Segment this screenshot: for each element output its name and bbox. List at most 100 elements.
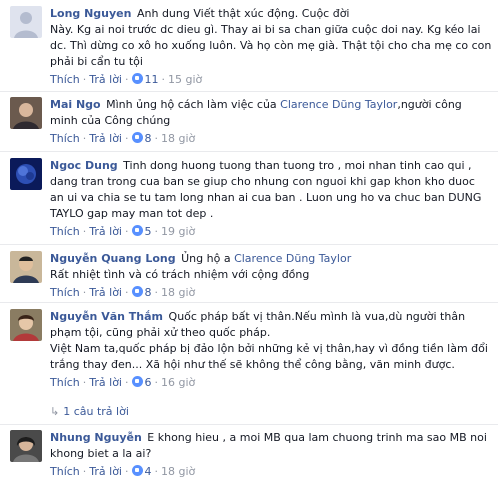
comment-text-line: Này. Kg ai noi trước dc dieu gì. Thay ai… bbox=[50, 23, 481, 36]
like-count-value: 6 bbox=[144, 376, 152, 389]
comment-body: Nguyễn Văn Thắm Quốc pháp bất vị thân.Nế… bbox=[50, 309, 492, 391]
separator: · bbox=[125, 73, 129, 86]
comment-actions: Thích · Trả lời · 8 · 18 giờ bbox=[50, 285, 492, 301]
like-thumb-icon bbox=[131, 465, 143, 476]
comment-text-line: phải bi cẩn tu tội bbox=[50, 55, 143, 68]
timestamp[interactable]: 16 giờ bbox=[161, 376, 195, 389]
avatar[interactable] bbox=[10, 97, 42, 129]
avatar[interactable] bbox=[10, 251, 42, 283]
comment-body: Nguyễn Quang Long Ủng hộ a Clarence Dũng… bbox=[50, 251, 492, 301]
like-thumb-icon bbox=[131, 376, 143, 387]
like-thumb-icon bbox=[131, 73, 143, 84]
like-count[interactable]: 8 bbox=[131, 132, 152, 145]
reply-button[interactable]: Trả lời bbox=[89, 132, 122, 145]
comment-body: Mai Ngo Mình ủng hộ cách làm việc của Cl… bbox=[50, 97, 492, 147]
separator: · bbox=[125, 376, 129, 389]
comment-text-line: Anh dung Viết thật xúc động. Cuộc đời bbox=[136, 7, 350, 20]
like-button[interactable]: Thích bbox=[50, 73, 80, 86]
replies-count-label: 1 câu trả lời bbox=[63, 405, 129, 418]
separator: · bbox=[82, 225, 87, 238]
comment-feed: Long Nguyen Anh dung Viết thật xúc động.… bbox=[0, 0, 498, 485]
like-count[interactable]: 11 bbox=[131, 73, 159, 86]
like-count[interactable]: 6 bbox=[131, 376, 152, 389]
divider bbox=[0, 424, 498, 425]
comment-item: Nguyễn Quang Long Ủng hộ a Clarence Dũng… bbox=[0, 251, 498, 301]
comment-author[interactable]: Ngoc Dung bbox=[50, 159, 118, 172]
comment-text: Ủng hộ a bbox=[181, 252, 235, 265]
like-button[interactable]: Thích bbox=[50, 132, 80, 145]
separator: · bbox=[154, 225, 159, 238]
timestamp[interactable]: 18 giờ bbox=[161, 132, 195, 145]
comment-text-line: Rất nhiệt tình và có trách nhiệm với cộn… bbox=[50, 268, 310, 281]
comment-body: Ngoc Dung Tinh dong huong tuong than tuo… bbox=[50, 158, 492, 240]
mention-link[interactable]: Clarence Dũng Taylor bbox=[234, 252, 351, 265]
avatar-image bbox=[10, 309, 42, 341]
separator: · bbox=[154, 465, 159, 478]
like-count-value: 4 bbox=[144, 465, 152, 478]
reply-button[interactable]: Trả lời bbox=[89, 286, 122, 299]
separator: · bbox=[82, 73, 87, 86]
comment-item: Nhung Nguyễn E khong hieu , a moi MB qua… bbox=[0, 430, 498, 485]
view-replies-link[interactable]: ↳ 1 câu trả lời bbox=[50, 405, 129, 418]
separator: · bbox=[161, 73, 166, 86]
comment-actions: Thích · Trả lời · 6 · 16 giờ bbox=[50, 375, 492, 391]
separator: · bbox=[125, 465, 129, 478]
comment-text-line: Việt Nam ta,quốc pháp bị đảo lộn bởi nhữ… bbox=[50, 342, 488, 371]
timestamp[interactable]: 19 giờ bbox=[161, 225, 195, 238]
avatar-image bbox=[10, 251, 42, 283]
comment-item: Mai Ngo Mình ủng hộ cách làm việc của Cl… bbox=[0, 97, 498, 152]
avatar[interactable] bbox=[10, 430, 42, 462]
divider bbox=[0, 151, 498, 152]
like-count-value: 5 bbox=[144, 225, 152, 238]
like-count[interactable]: 5 bbox=[131, 225, 152, 238]
timestamp[interactable]: 18 giờ bbox=[161, 286, 195, 299]
divider bbox=[0, 244, 498, 245]
like-button[interactable]: Thích bbox=[50, 225, 80, 238]
comment-author[interactable]: Nguyễn Quang Long bbox=[50, 252, 176, 265]
comment-body: Nhung Nguyễn E khong hieu , a moi MB qua… bbox=[50, 430, 492, 480]
separator: · bbox=[125, 286, 129, 299]
timestamp[interactable]: 18 giờ bbox=[161, 465, 195, 478]
avatar-image bbox=[10, 158, 42, 190]
reply-button[interactable]: Trả lời bbox=[89, 376, 122, 389]
separator: · bbox=[82, 376, 87, 389]
reply-button[interactable]: Trả lời bbox=[89, 225, 122, 238]
comment-author[interactable]: Nhung Nguyễn bbox=[50, 431, 142, 444]
avatar[interactable] bbox=[10, 309, 42, 341]
separator: · bbox=[154, 132, 159, 145]
divider bbox=[0, 302, 498, 303]
timestamp[interactable]: 15 giờ bbox=[168, 73, 202, 86]
separator: · bbox=[82, 132, 87, 145]
separator: · bbox=[125, 225, 129, 238]
separator: · bbox=[82, 465, 87, 478]
avatar[interactable] bbox=[10, 6, 42, 38]
comment-item: Nguyễn Văn Thắm Quốc pháp bất vị thân.Nế… bbox=[0, 309, 498, 419]
like-button[interactable]: Thích bbox=[50, 286, 80, 299]
like-button[interactable]: Thích bbox=[50, 465, 80, 478]
avatar-image bbox=[10, 430, 42, 462]
comment-actions: Thích · Trả lời · 11 · 15 giờ bbox=[50, 72, 492, 88]
comment-text-line: dc. Thì dừng co xô ho xuống luôn. Và họ … bbox=[50, 39, 492, 52]
comment-author[interactable]: Nguyễn Văn Thắm bbox=[50, 310, 163, 323]
comment-actions: Thích · Trả lời · 5 · 19 giờ bbox=[50, 224, 492, 240]
like-count-value: 8 bbox=[144, 132, 152, 145]
like-count-value: 8 bbox=[144, 286, 152, 299]
separator: · bbox=[82, 286, 87, 299]
like-count[interactable]: 4 bbox=[131, 465, 152, 478]
comment-author[interactable]: Long Nguyen bbox=[50, 7, 131, 20]
separator: · bbox=[154, 376, 159, 389]
comment-author[interactable]: Mai Ngo bbox=[50, 98, 101, 111]
comment-item: Long Nguyen Anh dung Viết thật xúc động.… bbox=[0, 6, 498, 91]
divider bbox=[0, 91, 498, 92]
like-button[interactable]: Thích bbox=[50, 376, 80, 389]
mention-link[interactable]: Clarence Dũng Taylor bbox=[280, 98, 397, 111]
reply-button[interactable]: Trả lời bbox=[89, 465, 122, 478]
reply-button[interactable]: Trả lời bbox=[89, 73, 122, 86]
avatar-image bbox=[10, 97, 42, 129]
separator: · bbox=[125, 132, 129, 145]
like-count[interactable]: 8 bbox=[131, 286, 152, 299]
avatar-image bbox=[10, 6, 42, 38]
comment-item: Ngoc Dung Tinh dong huong tuong than tuo… bbox=[0, 158, 498, 244]
avatar[interactable] bbox=[10, 158, 42, 190]
comment-actions: Thích · Trả lời · 4 · 18 giờ bbox=[50, 464, 492, 480]
